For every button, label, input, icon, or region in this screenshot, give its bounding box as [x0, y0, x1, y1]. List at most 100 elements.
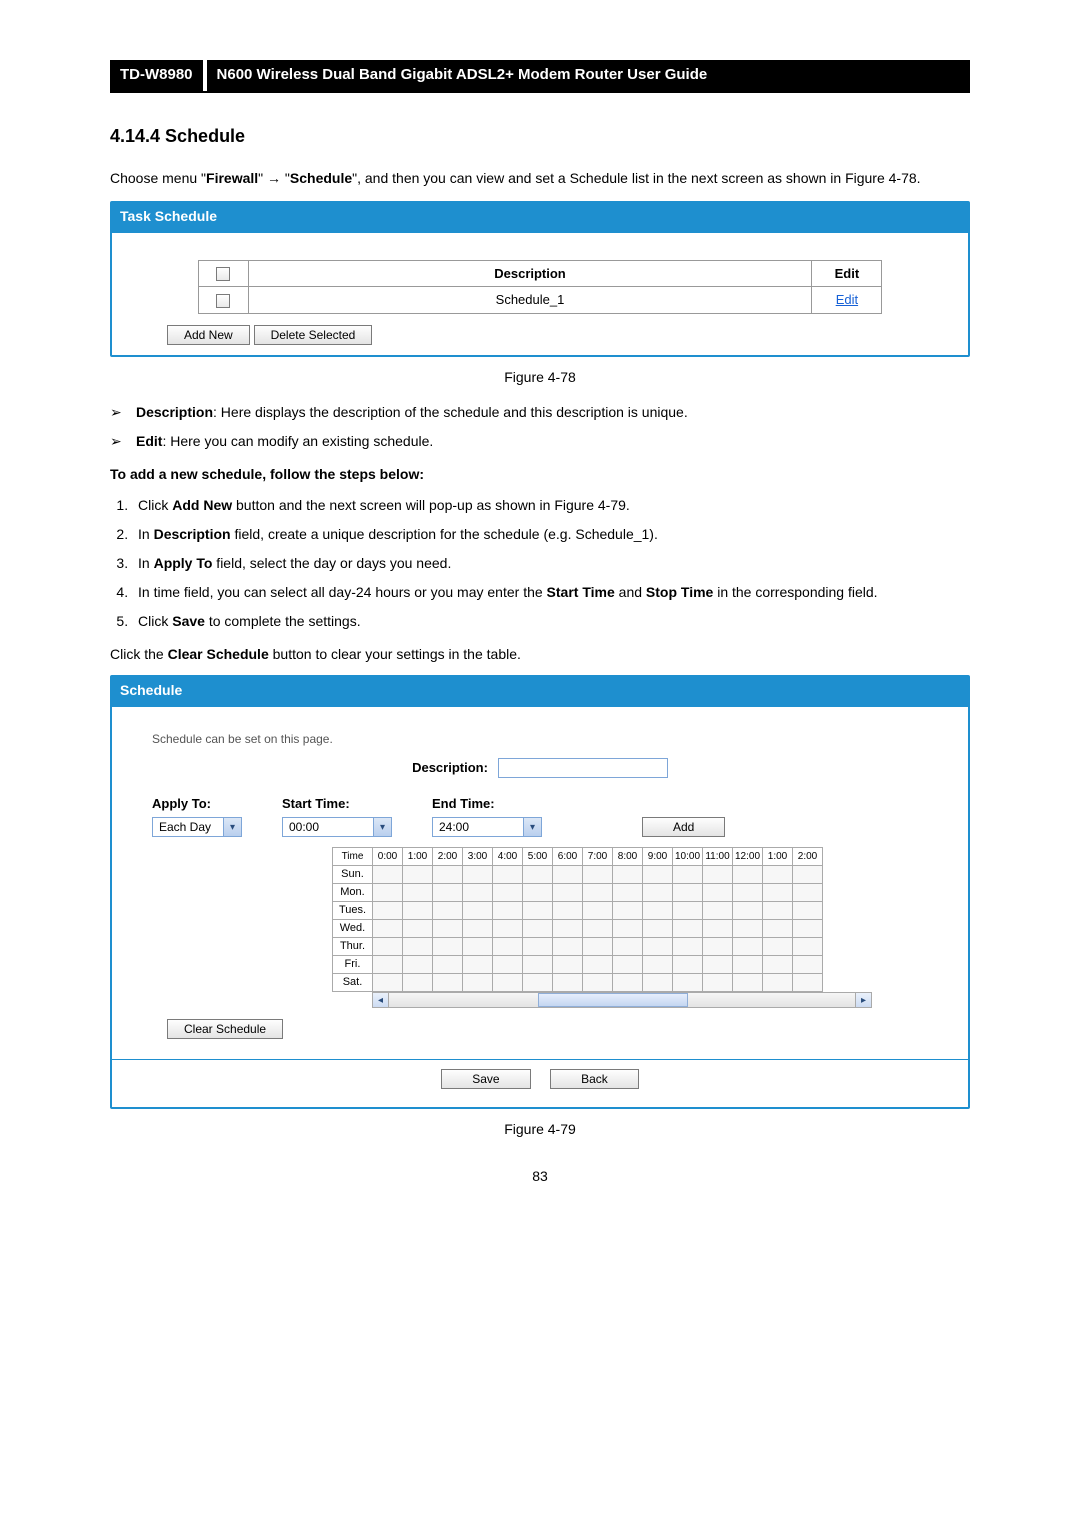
- grid-cell[interactable]: [493, 884, 523, 902]
- grid-cell[interactable]: [403, 866, 433, 884]
- grid-cell[interactable]: [673, 974, 703, 992]
- grid-cell[interactable]: [733, 866, 763, 884]
- grid-cell[interactable]: [703, 884, 733, 902]
- grid-cell[interactable]: [793, 866, 823, 884]
- grid-cell[interactable]: [763, 884, 793, 902]
- grid-cell[interactable]: [703, 956, 733, 974]
- grid-cell[interactable]: [403, 956, 433, 974]
- grid-cell[interactable]: [763, 938, 793, 956]
- scroll-thumb[interactable]: [538, 993, 687, 1007]
- grid-cell[interactable]: [493, 902, 523, 920]
- grid-cell[interactable]: [733, 920, 763, 938]
- grid-cell[interactable]: [673, 866, 703, 884]
- grid-cell[interactable]: [673, 920, 703, 938]
- grid-cell[interactable]: [553, 866, 583, 884]
- grid-cell[interactable]: [673, 884, 703, 902]
- grid-cell[interactable]: [673, 938, 703, 956]
- grid-cell[interactable]: [433, 902, 463, 920]
- grid-cell[interactable]: [373, 902, 403, 920]
- grid-cell[interactable]: [733, 884, 763, 902]
- grid-cell[interactable]: [793, 938, 823, 956]
- grid-cell[interactable]: [613, 920, 643, 938]
- grid-cell[interactable]: [523, 974, 553, 992]
- grid-cell[interactable]: [373, 974, 403, 992]
- grid-cell[interactable]: [373, 938, 403, 956]
- grid-cell[interactable]: [733, 902, 763, 920]
- grid-cell[interactable]: [733, 956, 763, 974]
- grid-cell[interactable]: [703, 866, 733, 884]
- apply-to-select[interactable]: Each Day ▾: [152, 817, 242, 837]
- grid-cell[interactable]: [763, 974, 793, 992]
- grid-cell[interactable]: [463, 920, 493, 938]
- scroll-right-icon[interactable]: ▸: [855, 993, 871, 1007]
- grid-cell[interactable]: [793, 920, 823, 938]
- grid-cell[interactable]: [463, 902, 493, 920]
- grid-cell[interactable]: [583, 902, 613, 920]
- grid-cell[interactable]: [643, 866, 673, 884]
- grid-cell[interactable]: [463, 974, 493, 992]
- grid-cell[interactable]: [733, 974, 763, 992]
- grid-cell[interactable]: [703, 938, 733, 956]
- grid-cell[interactable]: [763, 956, 793, 974]
- grid-cell[interactable]: [793, 974, 823, 992]
- grid-cell[interactable]: [373, 956, 403, 974]
- grid-cell[interactable]: [463, 866, 493, 884]
- checkbox-icon[interactable]: [216, 267, 230, 281]
- grid-cell[interactable]: [613, 938, 643, 956]
- grid-cell[interactable]: [793, 884, 823, 902]
- grid-cell[interactable]: [553, 938, 583, 956]
- grid-cell[interactable]: [433, 884, 463, 902]
- grid-cell[interactable]: [403, 974, 433, 992]
- grid-cell[interactable]: [643, 884, 673, 902]
- grid-cell[interactable]: [523, 866, 553, 884]
- grid-cell[interactable]: [613, 902, 643, 920]
- grid-cell[interactable]: [553, 920, 583, 938]
- grid-cell[interactable]: [433, 938, 463, 956]
- save-button[interactable]: Save: [441, 1069, 530, 1089]
- grid-cell[interactable]: [493, 920, 523, 938]
- grid-cell[interactable]: [583, 920, 613, 938]
- grid-cell[interactable]: [463, 938, 493, 956]
- grid-cell[interactable]: [373, 866, 403, 884]
- grid-cell[interactable]: [583, 884, 613, 902]
- grid-cell[interactable]: [613, 866, 643, 884]
- grid-cell[interactable]: [433, 974, 463, 992]
- grid-cell[interactable]: [523, 902, 553, 920]
- grid-cell[interactable]: [403, 902, 433, 920]
- grid-cell[interactable]: [763, 902, 793, 920]
- grid-cell[interactable]: [703, 902, 733, 920]
- grid-cell[interactable]: [553, 884, 583, 902]
- grid-cell[interactable]: [463, 956, 493, 974]
- grid-cell[interactable]: [643, 902, 673, 920]
- grid-cell[interactable]: [433, 920, 463, 938]
- grid-cell[interactable]: [643, 938, 673, 956]
- end-time-select[interactable]: 24:00 ▾: [432, 817, 542, 837]
- grid-cell[interactable]: [553, 902, 583, 920]
- grid-cell[interactable]: [493, 866, 523, 884]
- grid-cell[interactable]: [553, 974, 583, 992]
- grid-cell[interactable]: [733, 938, 763, 956]
- grid-cell[interactable]: [523, 938, 553, 956]
- grid-cell[interactable]: [403, 920, 433, 938]
- horizontal-scrollbar[interactable]: ◂ ▸: [372, 992, 872, 1008]
- grid-cell[interactable]: [553, 956, 583, 974]
- grid-cell[interactable]: [643, 974, 673, 992]
- grid-cell[interactable]: [493, 974, 523, 992]
- grid-cell[interactable]: [583, 938, 613, 956]
- grid-cell[interactable]: [673, 956, 703, 974]
- grid-cell[interactable]: [643, 956, 673, 974]
- add-button[interactable]: Add: [642, 817, 725, 837]
- grid-cell[interactable]: [793, 956, 823, 974]
- grid-cell[interactable]: [403, 884, 433, 902]
- grid-cell[interactable]: [613, 956, 643, 974]
- grid-cell[interactable]: [373, 884, 403, 902]
- grid-cell[interactable]: [793, 902, 823, 920]
- grid-cell[interactable]: [523, 920, 553, 938]
- grid-cell[interactable]: [373, 920, 403, 938]
- grid-cell[interactable]: [763, 920, 793, 938]
- scroll-left-icon[interactable]: ◂: [373, 993, 389, 1007]
- grid-cell[interactable]: [703, 920, 733, 938]
- start-time-select[interactable]: 00:00 ▾: [282, 817, 392, 837]
- grid-cell[interactable]: [583, 956, 613, 974]
- add-new-button[interactable]: Add New: [167, 325, 250, 345]
